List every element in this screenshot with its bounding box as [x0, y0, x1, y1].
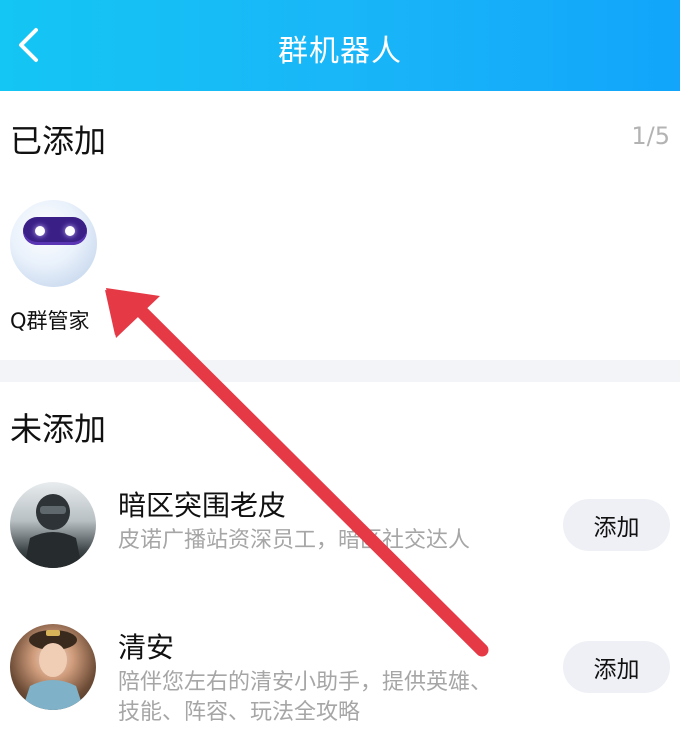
section-divider	[0, 360, 680, 382]
lady-portrait-icon	[22, 630, 84, 710]
bot-description-line: 陪伴您左右的清安小助手，提供英雄、	[118, 670, 493, 695]
bot-description-line: 皮诺广播站资深员工，暗区社交达人	[118, 528, 471, 553]
added-bot-name: Q群管家	[10, 309, 90, 333]
robot-avatar	[10, 200, 97, 287]
soldier-silhouette-icon	[24, 494, 82, 568]
not-added-section-title: 未添加	[10, 410, 107, 448]
robot-eye-left	[35, 226, 45, 236]
bot-name: 暗区突围老皮	[118, 489, 287, 522]
robot-visor	[23, 217, 87, 245]
page-title: 群机器人	[278, 34, 402, 69]
bot-description: 皮诺广播站资深员工，暗区社交达人	[118, 526, 470, 556]
robot-eye-right	[65, 226, 75, 236]
bot-description: 陪伴您左右的清安小助手，提供英雄、 技能、阵容、玩法全攻略	[118, 668, 492, 728]
bot-name: 清安	[118, 631, 175, 664]
added-bot-item[interactable]: Q群管家	[10, 200, 110, 335]
soldier-avatar	[10, 482, 96, 568]
add-bot-button[interactable]: 添加	[563, 641, 670, 693]
bot-list-item[interactable]: 暗区突围老皮 皮诺广播站资深员工，暗区社交达人 添加	[0, 482, 680, 592]
added-count: 1/5	[631, 122, 670, 150]
bot-list-item[interactable]: 清安 陪伴您左右的清安小助手，提供英雄、 技能、阵容、玩法全攻略 添加	[0, 624, 680, 734]
add-bot-button[interactable]: 添加	[563, 499, 670, 551]
top-app-bar: 群机器人	[0, 0, 680, 91]
bot-description-line: 技能、阵容、玩法全攻略	[118, 700, 361, 725]
added-section-title: 已添加	[10, 122, 107, 160]
lady-avatar	[10, 624, 96, 710]
